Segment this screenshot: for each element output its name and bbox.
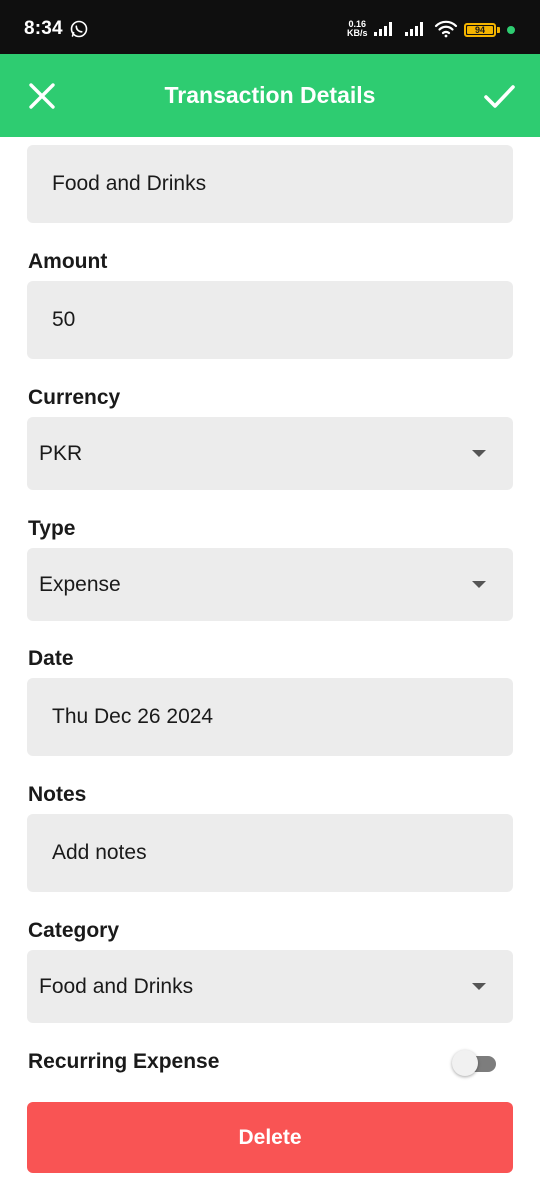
recurring-label: Recurring Expense (28, 1050, 220, 1073)
currency-label: Currency (28, 386, 121, 409)
type-label: Type (28, 517, 76, 540)
category-label: Category (28, 919, 120, 942)
status-bar: 8:34 0.16 KB/s 94 (0, 0, 540, 54)
wifi-icon (434, 20, 458, 38)
name-field[interactable]: Food and Drinks (27, 145, 513, 223)
currency-select[interactable]: PKR (27, 417, 513, 490)
notes-placeholder: Add notes (52, 841, 147, 864)
currency-value: PKR (39, 441, 83, 465)
dropdown-arrow-icon (472, 580, 486, 588)
whatsapp-icon (70, 20, 88, 38)
network-speed: 0.16 KB/s (347, 19, 368, 38)
page-title: Transaction Details (164, 82, 376, 108)
status-time: 8:34 (24, 18, 63, 39)
battery-tip (497, 27, 500, 33)
app-bar: Transaction Details (0, 54, 540, 137)
recurring-toggle[interactable] (452, 1050, 498, 1076)
notification-dot (507, 26, 515, 34)
amount-field[interactable]: 50 (27, 281, 513, 359)
notes-field[interactable]: Add notes (27, 814, 513, 892)
type-value: Expense (39, 572, 121, 596)
amount-value: 50 (52, 308, 76, 331)
delete-button[interactable]: Delete (27, 1102, 513, 1173)
dropdown-arrow-icon (472, 449, 486, 457)
check-icon[interactable] (478, 76, 520, 116)
signal-icon (374, 22, 392, 36)
date-field[interactable]: Thu Dec 26 2024 (27, 678, 513, 756)
dropdown-arrow-icon (472, 982, 486, 990)
battery-icon: 94 (464, 23, 496, 37)
amount-label: Amount (28, 250, 108, 273)
notes-label: Notes (28, 783, 87, 806)
category-select[interactable]: Food and Drinks (27, 950, 513, 1023)
signal-icon (405, 22, 423, 36)
date-label: Date (28, 647, 74, 670)
type-select[interactable]: Expense (27, 548, 513, 621)
toggle-thumb (452, 1050, 478, 1076)
date-value: Thu Dec 26 2024 (52, 705, 214, 728)
name-value: Food and Drinks (52, 172, 207, 195)
category-value: Food and Drinks (39, 974, 194, 998)
